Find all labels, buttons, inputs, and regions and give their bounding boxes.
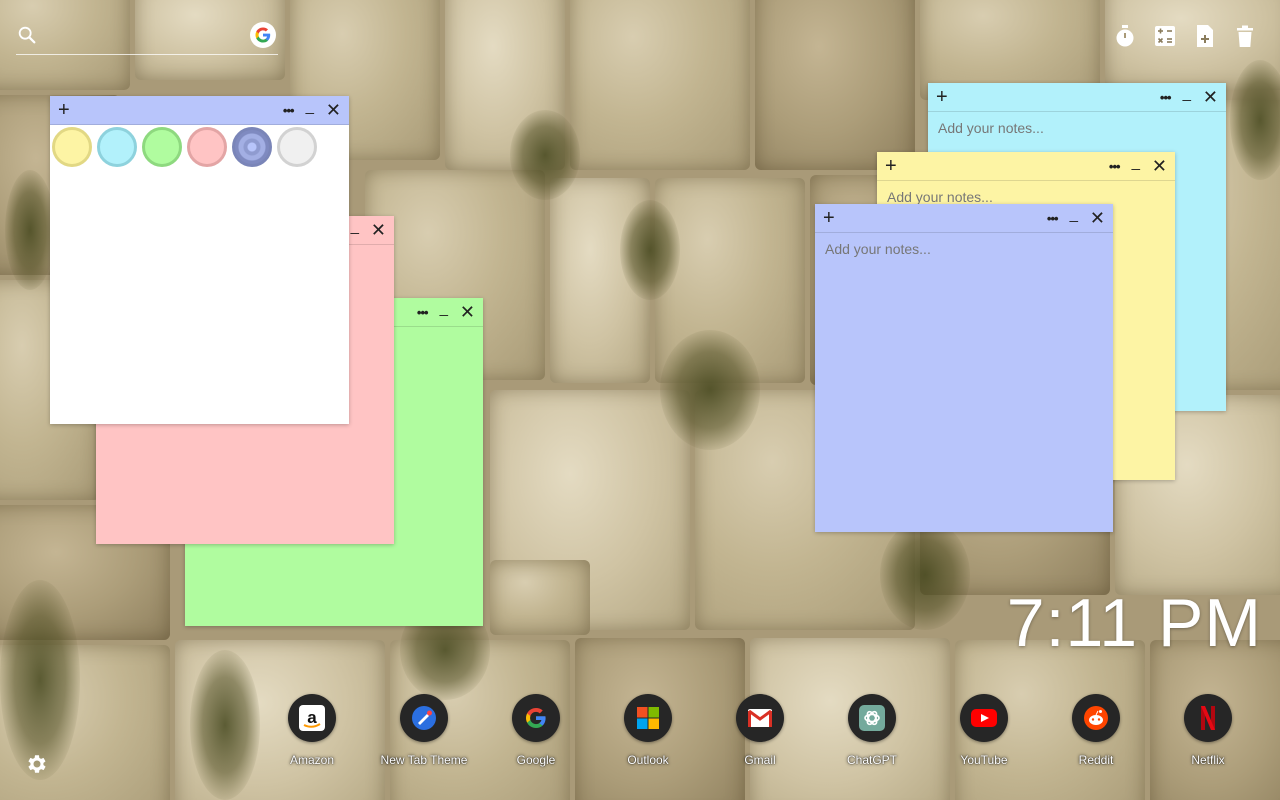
gear-icon[interactable] xyxy=(24,752,48,776)
color-swatch-blue[interactable] xyxy=(97,127,137,167)
minimize-icon[interactable]: _ xyxy=(351,219,359,234)
timer-icon[interactable] xyxy=(1114,24,1136,48)
note-text-area[interactable]: Add your notes... xyxy=(815,233,1113,265)
youtube-icon xyxy=(960,694,1008,742)
shortcut-label: Netflix xyxy=(1191,753,1225,767)
app-dock: a Amazon New Tab Theme Google Outlook Gm xyxy=(256,694,1264,767)
more-options-icon[interactable]: ••• xyxy=(417,306,429,319)
shortcut-new-tab-theme[interactable]: New Tab Theme xyxy=(368,694,480,767)
sticky-note-white[interactable]: + ••• _ ✕ xyxy=(50,96,349,424)
chatgpt-icon xyxy=(848,694,896,742)
close-icon[interactable]: ✕ xyxy=(1152,157,1167,175)
shortcut-outlook[interactable]: Outlook xyxy=(592,694,704,767)
note-header: + ••• _ ✕ xyxy=(928,83,1226,112)
shortcut-label: Gmail xyxy=(744,753,776,767)
top-toolbar xyxy=(1114,24,1256,48)
gmail-icon xyxy=(736,694,784,742)
more-options-icon[interactable]: ••• xyxy=(1109,160,1121,173)
outlook-icon xyxy=(624,694,672,742)
sticky-note-lavender[interactable]: + ••• _ ✕ Add your notes... xyxy=(815,204,1113,532)
close-icon[interactable]: ✕ xyxy=(371,221,386,239)
minimize-icon[interactable]: _ xyxy=(440,301,448,316)
search-icon[interactable] xyxy=(16,24,38,46)
search-bar[interactable] xyxy=(16,22,278,55)
clock: 7:11 PM xyxy=(1006,585,1262,661)
minimize-icon[interactable]: _ xyxy=(1132,155,1140,170)
color-swatch-pink[interactable] xyxy=(187,127,227,167)
note-header: + ••• _ ✕ xyxy=(815,204,1113,233)
reddit-icon xyxy=(1072,694,1120,742)
more-options-icon[interactable]: ••• xyxy=(283,104,295,117)
calculator-icon[interactable] xyxy=(1154,24,1176,48)
color-swatch-white[interactable] xyxy=(277,127,317,167)
shortcut-label: YouTube xyxy=(960,753,1008,767)
amazon-icon: a xyxy=(288,694,336,742)
shortcut-youtube[interactable]: YouTube xyxy=(928,694,1040,767)
add-note-icon[interactable]: + xyxy=(885,156,897,176)
close-icon[interactable]: ✕ xyxy=(1090,209,1105,227)
minimize-icon[interactable]: _ xyxy=(1070,207,1078,222)
shortcut-reddit[interactable]: Reddit xyxy=(1040,694,1152,767)
svg-text:a: a xyxy=(307,708,317,727)
more-options-icon[interactable]: ••• xyxy=(1047,212,1059,225)
shortcut-label: ChatGPT xyxy=(846,753,897,767)
color-swatch-lavender-selected[interactable] xyxy=(232,127,272,167)
color-picker xyxy=(50,125,349,167)
google-g-icon[interactable] xyxy=(250,22,276,48)
shortcut-amazon[interactable]: a Amazon xyxy=(256,694,368,767)
color-swatch-yellow[interactable] xyxy=(52,127,92,167)
close-icon[interactable]: ✕ xyxy=(460,303,475,321)
shortcut-google[interactable]: Google xyxy=(480,694,592,767)
add-note-icon[interactable]: + xyxy=(823,208,835,228)
new-tab-theme-icon xyxy=(400,694,448,742)
add-note-icon[interactable]: + xyxy=(58,100,70,120)
shortcut-label: Google xyxy=(516,753,556,767)
note-header: + ••• _ ✕ xyxy=(877,152,1175,181)
new-note-icon[interactable] xyxy=(1194,24,1216,48)
shortcut-label: Amazon xyxy=(289,753,335,767)
close-icon[interactable]: ✕ xyxy=(1203,88,1218,106)
close-icon[interactable]: ✕ xyxy=(326,101,341,119)
add-note-icon[interactable]: + xyxy=(936,87,948,107)
shortcut-label: Reddit xyxy=(1078,753,1114,767)
shortcut-label: New Tab Theme xyxy=(380,753,468,767)
shortcut-label: Outlook xyxy=(627,753,669,767)
google-icon xyxy=(512,694,560,742)
color-swatch-green[interactable] xyxy=(142,127,182,167)
note-text-area[interactable]: Add your notes... xyxy=(928,112,1226,144)
trash-icon[interactable] xyxy=(1234,24,1256,48)
more-options-icon[interactable]: ••• xyxy=(1160,91,1172,104)
minimize-icon[interactable]: _ xyxy=(1183,86,1191,101)
shortcut-gmail[interactable]: Gmail xyxy=(704,694,816,767)
minimize-icon[interactable]: _ xyxy=(306,99,314,114)
note-header: + ••• _ ✕ xyxy=(50,96,349,125)
netflix-icon xyxy=(1184,694,1232,742)
shortcut-chatgpt[interactable]: ChatGPT xyxy=(816,694,928,767)
shortcut-netflix[interactable]: Netflix xyxy=(1152,694,1264,767)
